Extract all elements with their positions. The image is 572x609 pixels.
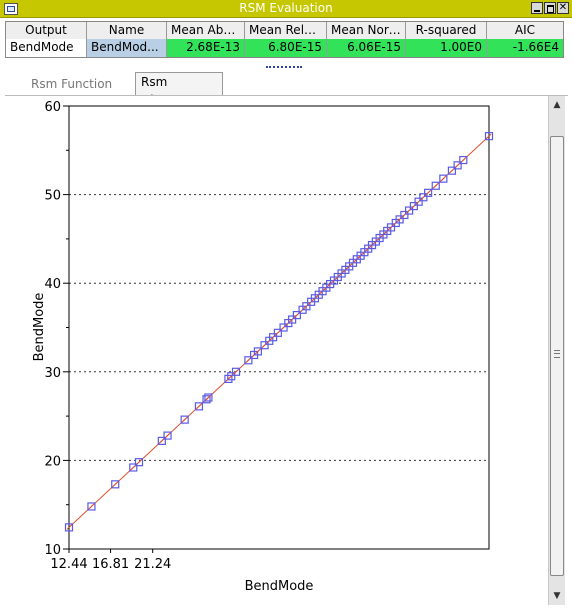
x-tick-label: 16.81	[92, 557, 129, 572]
cell-mean-normalized[interactable]: 6.06E-15	[327, 39, 406, 57]
data-point-mark	[449, 168, 455, 174]
plot-frame	[68, 105, 490, 550]
table-header-row: Output Name Mean Absol... Mean Relativ..…	[6, 22, 563, 40]
y-tick-label: 40	[44, 277, 61, 292]
data-point-mark	[460, 157, 466, 163]
axis-ticks	[63, 105, 154, 553]
column-header-mean-relative[interactable]: Mean Relativ...	[245, 22, 327, 39]
data-point-mark	[182, 417, 188, 422]
cell-aic[interactable]: -1.66E4	[487, 39, 563, 57]
cell-mean-relative[interactable]: 6.80E-15	[245, 39, 327, 57]
tick-labels: 10 20 30 40 50 60 12.44 16.81 21.24	[44, 100, 171, 572]
y-tick-label: 10	[44, 543, 61, 558]
table-row[interactable]: BendMode BendMod... 2.68E-13 6.80E-15 6.…	[6, 39, 563, 57]
maximize-button[interactable]	[544, 2, 556, 14]
cell-name[interactable]: BendMod...	[87, 39, 167, 57]
vertical-scrollbar[interactable]: ▲ ▼	[548, 96, 565, 605]
splitter-handle[interactable]	[266, 66, 302, 72]
data-point-mark	[433, 183, 439, 189]
rsm-evaluation-window: RSM Evaluation ✕ Output Name Mean Absol.…	[0, 0, 572, 607]
column-header-name[interactable]: Name	[87, 22, 167, 39]
data-point-mark	[440, 176, 446, 182]
data-point-mark	[159, 438, 165, 444]
cell-mean-absolute[interactable]: 2.68E-13	[167, 39, 245, 57]
scroll-up-arrow-icon[interactable]: ▲	[550, 98, 564, 112]
cell-output[interactable]: BendMode	[6, 39, 87, 57]
column-header-output[interactable]: Output	[6, 22, 87, 39]
minimize-button[interactable]	[531, 2, 543, 14]
plot-panel: 10 20 30 40 50 60 12.44 16.81 21.24 BendMode Ben…	[6, 96, 547, 606]
data-point-mark	[455, 163, 460, 168]
data-points	[64, 132, 494, 532]
y-tick-label: 60	[44, 100, 61, 115]
column-header-r-squared[interactable]: R-squared	[406, 22, 487, 39]
x-tick-label: 21.24	[134, 557, 171, 572]
data-point-mark	[275, 330, 281, 336]
data-point-mark	[196, 404, 202, 409]
data-point-mark	[294, 312, 300, 318]
scroll-down-arrow-icon[interactable]: ▼	[550, 589, 564, 603]
data-point-mark	[130, 465, 136, 470]
y-tick-label: 20	[44, 454, 61, 469]
data-point-mark	[165, 433, 170, 438]
y-tick-label: 50	[44, 189, 61, 204]
window-title: RSM Evaluation	[239, 1, 333, 15]
data-point-mark	[112, 481, 118, 487]
column-header-aic[interactable]: AIC	[487, 22, 563, 39]
grid-lines	[69, 194, 489, 461]
data-point-mark	[89, 504, 94, 509]
close-button[interactable]: ✕	[557, 2, 569, 14]
tab-rsm-distance[interactable]: Rsm Distance	[135, 72, 223, 107]
y-tick-label: 30	[44, 366, 61, 381]
data-point-mark	[246, 357, 251, 363]
grip-icon	[554, 350, 560, 358]
title-bar[interactable]: RSM Evaluation ✕	[0, 0, 572, 18]
evaluation-table: Output Name Mean Absol... Mean Relativ..…	[5, 21, 564, 58]
y-axis-label: BendMode	[32, 293, 47, 362]
x-axis-label: BendMode	[245, 579, 314, 594]
column-header-mean-absolute[interactable]: Mean Absol...	[167, 22, 245, 39]
rsm-distance-chart: 10 20 30 40 50 60 12.44 16.81 21.24 BendMode Ben…	[32, 100, 494, 594]
x-tick-label: 12.44	[50, 557, 87, 572]
cell-r-squared[interactable]: 1.00E0	[406, 39, 487, 57]
tab-rsm-function-plot[interactable]: Rsm Function Plot	[25, 74, 135, 109]
scroll-thumb[interactable]	[550, 136, 564, 576]
column-header-mean-normalized[interactable]: Mean Norm...	[327, 22, 406, 39]
